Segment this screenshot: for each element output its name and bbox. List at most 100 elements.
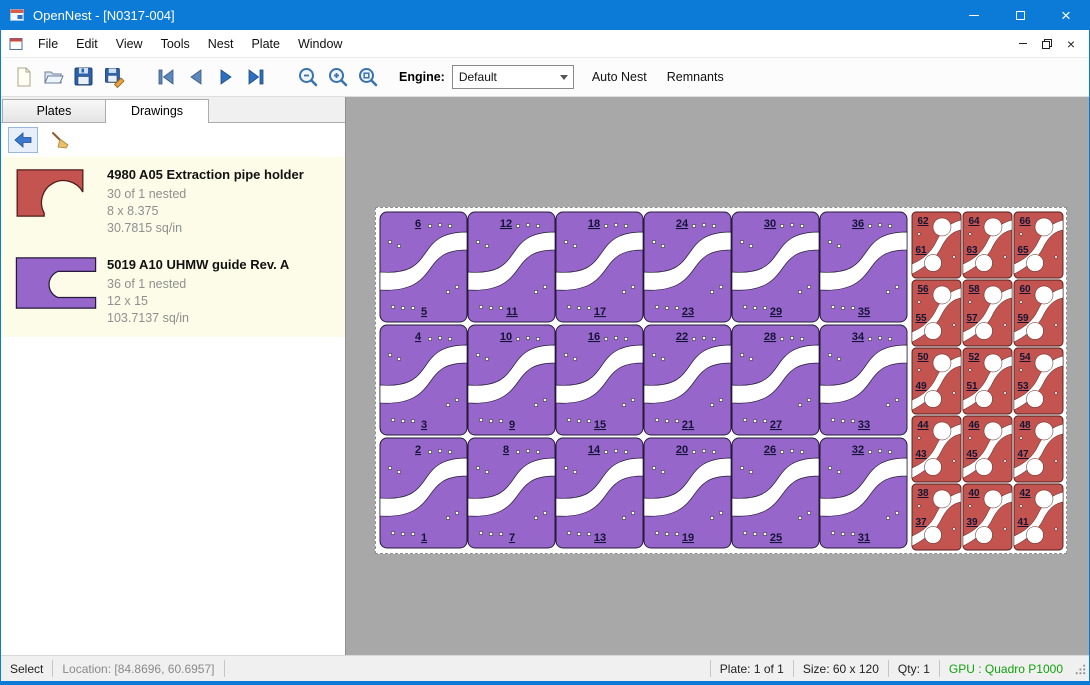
save-as-button[interactable] bbox=[99, 62, 129, 92]
title-bar[interactable]: OpenNest - [N0317-004] × bbox=[1, 0, 1089, 30]
red-part-pair[interactable]: 4847 bbox=[1014, 416, 1063, 482]
red-part-pair[interactable]: 3837 bbox=[912, 484, 961, 550]
red-part-pair[interactable]: 4645 bbox=[963, 416, 1012, 482]
drill-hole bbox=[780, 337, 783, 340]
purple-part-pair[interactable]: 3029 bbox=[732, 212, 819, 322]
drill-hole bbox=[1020, 233, 1023, 236]
red-part-pair[interactable]: 5049 bbox=[912, 348, 961, 414]
menu-item-nest[interactable]: Nest bbox=[199, 32, 243, 56]
mdi-restore-icon bbox=[1041, 38, 1053, 50]
purple-part-pair[interactable]: 2827 bbox=[732, 325, 819, 435]
menu-item-window[interactable]: Window bbox=[289, 32, 351, 56]
purple-part-pair[interactable]: 3635 bbox=[820, 212, 907, 322]
pipe-hole bbox=[933, 286, 951, 304]
menu-item-edit[interactable]: Edit bbox=[67, 32, 107, 56]
red-part-pair[interactable]: 6261 bbox=[912, 212, 961, 278]
go-next-button[interactable] bbox=[211, 62, 241, 92]
drill-hole bbox=[455, 285, 458, 288]
tab-plates[interactable]: Plates bbox=[2, 99, 106, 122]
auto-nest-button[interactable]: Auto Nest bbox=[582, 70, 657, 84]
go-first-button[interactable] bbox=[151, 62, 181, 92]
resize-grip[interactable] bbox=[1072, 661, 1087, 676]
purple-part-pair[interactable]: 1413 bbox=[556, 438, 643, 548]
red-part-pair[interactable]: 6059 bbox=[1014, 280, 1063, 346]
remnants-button[interactable]: Remnants bbox=[657, 70, 734, 84]
maximize-button[interactable] bbox=[997, 0, 1043, 30]
open-button[interactable] bbox=[39, 62, 69, 92]
menu-item-view[interactable]: View bbox=[107, 32, 152, 56]
menu-bar: FileEditViewToolsNestPlateWindow × bbox=[1, 30, 1089, 58]
purple-part-pair[interactable]: 2625 bbox=[732, 438, 819, 548]
purple-part-pair[interactable]: 3231 bbox=[820, 438, 907, 548]
clear-drawings-button[interactable] bbox=[45, 127, 75, 153]
purple-part-pair[interactable]: 2019 bbox=[644, 438, 731, 548]
red-part-pair[interactable]: 5251 bbox=[963, 348, 1012, 414]
purple-part-pair[interactable]: 87 bbox=[468, 438, 555, 548]
purple-part-pair[interactable]: 43 bbox=[380, 325, 467, 435]
red-part-pair[interactable]: 6665 bbox=[1014, 212, 1063, 278]
red-part-pair[interactable]: 5453 bbox=[1014, 348, 1063, 414]
menu-item-plate[interactable]: Plate bbox=[242, 32, 289, 56]
zoom-in-button[interactable] bbox=[323, 62, 353, 92]
red-part-pair[interactable]: 5857 bbox=[963, 280, 1012, 346]
pipe-hole bbox=[933, 490, 951, 508]
part-number: 41 bbox=[1017, 517, 1029, 528]
new-button[interactable] bbox=[9, 62, 39, 92]
purple-part-pair[interactable]: 2423 bbox=[644, 212, 731, 322]
drill-hole bbox=[749, 470, 752, 473]
drill-hole bbox=[692, 337, 695, 340]
mdi-restore-button[interactable] bbox=[1037, 35, 1057, 53]
go-previous-button[interactable] bbox=[181, 62, 211, 92]
purple-part-pair[interactable]: 1615 bbox=[556, 325, 643, 435]
pipe-hole bbox=[976, 527, 993, 544]
tab-drawings[interactable]: Drawings bbox=[105, 99, 209, 123]
drawing-list-item[interactable]: 5019 A10 UHMW guide Rev. A 36 of 1 neste… bbox=[1, 247, 345, 337]
maximize-icon bbox=[1016, 11, 1025, 20]
drill-hole bbox=[888, 224, 891, 227]
go-last-button[interactable] bbox=[241, 62, 271, 92]
drill-hole bbox=[622, 290, 625, 293]
plate-sheet[interactable]: 6512111817242330293635431091615222128273… bbox=[375, 207, 1067, 554]
engine-select[interactable]: Default bbox=[452, 65, 574, 89]
part-number: 11 bbox=[506, 306, 518, 318]
nest-canvas[interactable]: 6512111817242330293635431091615222128273… bbox=[346, 97, 1089, 655]
purple-part-pair[interactable]: 21 bbox=[380, 438, 467, 548]
zoom-fit-button[interactable] bbox=[353, 62, 383, 92]
part-number: 55 bbox=[915, 313, 927, 324]
red-part-pair[interactable]: 5655 bbox=[912, 280, 961, 346]
part-number: 66 bbox=[1019, 216, 1031, 227]
return-drawing-button[interactable] bbox=[8, 127, 38, 153]
menu-item-tools[interactable]: Tools bbox=[152, 32, 199, 56]
part-number: 16 bbox=[588, 331, 600, 343]
drawing-list-item[interactable]: 4980 A05 Extraction pipe holder 30 of 1 … bbox=[1, 157, 345, 247]
purple-part-pair[interactable]: 109 bbox=[468, 325, 555, 435]
pipe-hole bbox=[976, 459, 993, 476]
drill-hole bbox=[780, 450, 783, 453]
tab-strip: PlatesDrawings bbox=[1, 97, 345, 123]
mdi-minimize-button[interactable] bbox=[1013, 35, 1033, 53]
purple-part-pair[interactable]: 65 bbox=[380, 212, 467, 322]
drill-hole bbox=[476, 240, 479, 243]
purple-part-pair[interactable]: 2221 bbox=[644, 325, 731, 435]
drill-hole bbox=[868, 224, 871, 227]
minimize-button[interactable] bbox=[951, 0, 997, 30]
part-number: 31 bbox=[858, 532, 870, 544]
red-part-pair[interactable]: 4241 bbox=[1014, 484, 1063, 550]
red-part-pair[interactable]: 4443 bbox=[912, 416, 961, 482]
drill-hole bbox=[411, 306, 414, 309]
purple-part-pair[interactable]: 3433 bbox=[820, 325, 907, 435]
menu-item-file[interactable]: File bbox=[29, 32, 67, 56]
drill-hole bbox=[886, 290, 889, 293]
red-part-pair[interactable]: 6463 bbox=[963, 212, 1012, 278]
red-part-pair[interactable]: 4039 bbox=[963, 484, 1012, 550]
zoom-out-button[interactable] bbox=[293, 62, 323, 92]
close-button[interactable]: × bbox=[1043, 0, 1089, 30]
pipe-hole bbox=[1027, 391, 1044, 408]
mdi-close-button[interactable]: × bbox=[1061, 35, 1081, 53]
save-button[interactable] bbox=[69, 62, 99, 92]
purple-part-pair[interactable]: 1211 bbox=[468, 212, 555, 322]
menu-items: FileEditViewToolsNestPlateWindow bbox=[29, 32, 351, 56]
zoom-fit-icon bbox=[356, 65, 380, 89]
drill-hole bbox=[411, 419, 414, 422]
purple-part-pair[interactable]: 1817 bbox=[556, 212, 643, 322]
